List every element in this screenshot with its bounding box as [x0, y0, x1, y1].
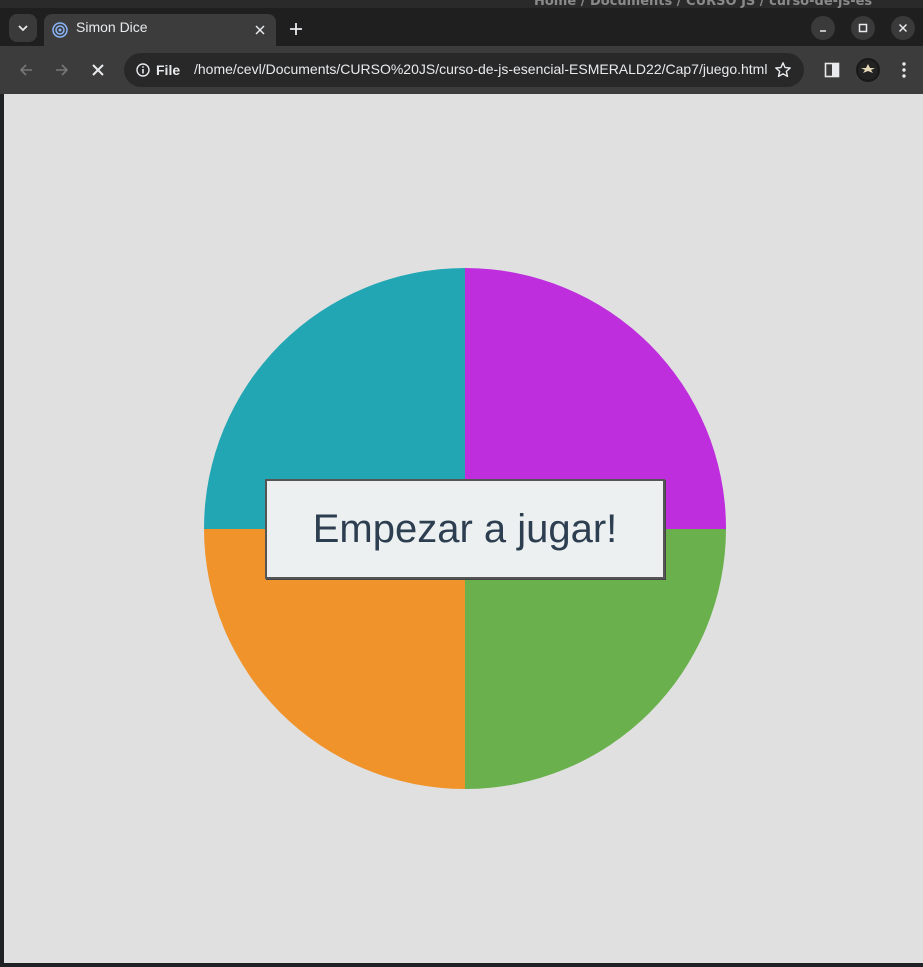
- background-breadcrumbs: Home / Documents / CURSO JS / curso-de-j…: [534, 0, 873, 8]
- tab-close-button[interactable]: [252, 22, 268, 38]
- url-text[interactable]: /home/cevl/Documents/CURSO%20JS/curso-de…: [194, 61, 767, 77]
- window-bottom-edge: [0, 963, 923, 967]
- forward-button[interactable]: [50, 58, 74, 82]
- start-game-button[interactable]: Empezar a jugar!: [265, 479, 665, 579]
- close-icon: [255, 25, 265, 35]
- info-icon: [136, 63, 150, 77]
- minimize-button[interactable]: [811, 16, 835, 40]
- window-close-icon: [898, 23, 908, 33]
- back-button[interactable]: [14, 58, 38, 82]
- profile-avatar[interactable]: [856, 58, 880, 82]
- favicon-icon: [52, 22, 68, 38]
- stop-loading-icon: [92, 64, 104, 76]
- forward-arrow-icon: [56, 64, 69, 76]
- tab-search-icon: [18, 25, 28, 32]
- kebab-menu-icon: [902, 62, 906, 78]
- browser-toolbar: File /home/cevl/Documents/CURSO%20JS/cur…: [0, 46, 923, 94]
- star-icon[interactable]: [774, 61, 792, 79]
- background-window: Home / Documents / CURSO JS / curso-de-j…: [0, 0, 923, 8]
- plus-icon: [290, 23, 302, 35]
- site-chip-label: File: [156, 62, 181, 78]
- site-info-chip[interactable]: File: [130, 57, 188, 83]
- stop-loading-button[interactable]: [86, 58, 110, 82]
- tab-search-button[interactable]: [9, 14, 37, 42]
- minimize-icon: [820, 30, 826, 32]
- tab-strip: Simon Dice: [0, 8, 923, 47]
- tab-active[interactable]: Simon Dice: [44, 14, 276, 47]
- back-arrow-icon: [19, 64, 32, 76]
- address-bar[interactable]: File /home/cevl/Documents/CURSO%20JS/cur…: [124, 53, 804, 87]
- new-tab-button[interactable]: [284, 17, 308, 41]
- page-viewport: Empezar a jugar!: [4, 94, 923, 963]
- maximize-icon: [858, 23, 868, 33]
- menu-button[interactable]: [892, 58, 916, 82]
- avatar-image: [858, 60, 878, 80]
- side-panel-button[interactable]: [820, 58, 844, 82]
- tab-title: Simon Dice: [76, 19, 148, 35]
- side-panel-icon: [824, 62, 840, 78]
- maximize-button[interactable]: [851, 16, 875, 40]
- window-close-button[interactable]: [891, 16, 915, 40]
